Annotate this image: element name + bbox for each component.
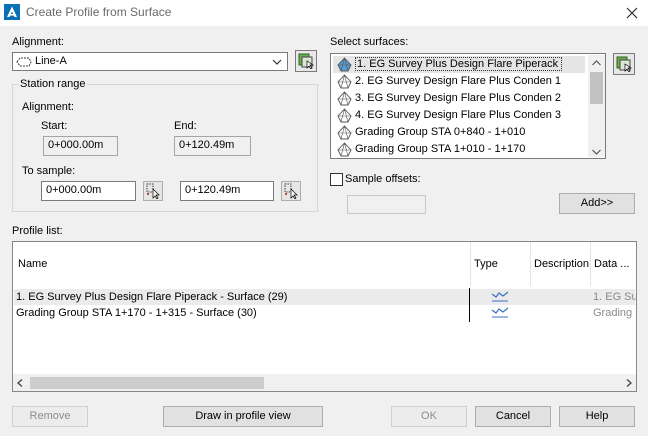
pick-station-icon — [145, 183, 161, 200]
surface-item-label: Grading Group STA 0+840 - 1+010 — [355, 126, 526, 138]
help-button[interactable]: Help — [559, 406, 635, 427]
surfaces-scrollbar[interactable] — [588, 55, 605, 157]
scrollbar-thumb[interactable] — [590, 72, 603, 104]
profile-description-cell[interactable] — [533, 289, 589, 305]
horizontal-scrollbar-thumb[interactable] — [30, 377, 264, 389]
profile-list-table[interactable]: Name Type Description Data ... 1. EG Sur… — [12, 241, 637, 392]
surface-list-item[interactable]: 3. EG Survey Design Flare Plus Conden 2 — [333, 90, 585, 107]
surface-icon — [337, 91, 352, 106]
draw-in-profile-view-button[interactable]: Draw in profile view — [163, 406, 323, 427]
start-station-field: 0+000.00m — [43, 136, 118, 156]
profile-description-cell[interactable] — [533, 305, 589, 321]
surface-list-item[interactable]: 2. EG Survey Design Flare Plus Conden 1 — [333, 73, 585, 90]
station-alignment-label: Alignment: — [22, 101, 74, 113]
scroll-right-icon[interactable] — [625, 378, 633, 388]
column-header-name[interactable]: Name — [15, 242, 465, 286]
column-header-type[interactable]: Type — [471, 242, 529, 286]
profile-list-label: Profile list: — [12, 225, 63, 237]
profile-data-cell[interactable]: Grading . — [593, 305, 636, 321]
station-range-label: Station range — [18, 78, 88, 91]
alignment-line-icon — [16, 57, 32, 67]
surface-icon — [337, 74, 352, 89]
profile-line-icon — [491, 305, 509, 321]
surface-item-label: Grading Group STA 1+010 - 1+170 — [355, 143, 526, 155]
profile-name-cell[interactable]: 1. EG Survey Plus Design Flare Piperack … — [16, 289, 466, 305]
start-label: Start: — [41, 120, 68, 132]
column-divider — [469, 288, 470, 322]
column-header-data[interactable]: Data ... — [591, 242, 636, 286]
select-surface-button[interactable] — [613, 53, 635, 75]
column-header-description[interactable]: Description — [531, 242, 589, 286]
sample-offsets-input — [347, 195, 426, 214]
end-station-field: 0+120.49m — [174, 136, 251, 156]
select-from-drawing-icon — [298, 53, 315, 70]
sample-offsets-label: Sample offsets: — [345, 173, 421, 185]
civil3d-app-icon — [4, 4, 20, 20]
sample-start-input[interactable]: 0+000.00m — [41, 181, 136, 201]
surface-list-item[interactable]: Grading Group STA 1+010 - 1+170 — [333, 141, 585, 158]
sample-offsets-checkbox[interactable] — [330, 173, 343, 186]
surface-icon — [337, 108, 352, 123]
table-header: Name Type Description Data ... — [13, 242, 636, 286]
surface-icon — [337, 125, 352, 140]
surface-item-label: 3. EG Survey Design Flare Plus Conden 2 — [355, 92, 562, 104]
pick-station-icon — [283, 183, 299, 200]
table-row[interactable]: 1. EG Survey Plus Design Flare Piperack … — [14, 289, 636, 305]
alignment-combo[interactable]: Line-A — [12, 52, 288, 71]
table-row[interactable]: Grading Group STA 1+170 - 1+315 - Surfac… — [14, 305, 636, 321]
select-surfaces-label: Select surfaces: — [330, 36, 409, 48]
pick-sample-end-button[interactable] — [281, 181, 301, 201]
ok-button[interactable]: OK — [391, 406, 467, 427]
surface-item-label: 4. EG Survey Design Flare Plus Conden 3 — [355, 109, 562, 121]
surface-icon — [337, 57, 352, 72]
chevron-down-icon[interactable] — [271, 57, 283, 67]
end-label: End: — [174, 120, 197, 132]
to-sample-label: To sample: — [22, 165, 76, 177]
scroll-down-icon[interactable] — [591, 147, 602, 155]
cancel-button[interactable]: Cancel — [475, 406, 551, 427]
sample-end-input[interactable]: 0+120.49m — [180, 181, 274, 201]
alignment-value: Line-A — [35, 55, 67, 67]
scroll-left-icon[interactable] — [16, 378, 24, 388]
surface-list-item[interactable]: 1. EG Survey Plus Design Flare Piperack — [333, 56, 585, 73]
alignment-label: Alignment: — [12, 36, 64, 48]
close-icon[interactable] — [624, 5, 640, 21]
profile-data-cell[interactable]: 1. EG Sur — [593, 289, 636, 305]
surface-item-label: 2. EG Survey Design Flare Plus Conden 1 — [355, 75, 562, 87]
add-button[interactable]: Add>> — [559, 193, 635, 214]
surface-list-item[interactable]: Grading Group STA 0+840 - 1+010 — [333, 124, 585, 141]
pick-sample-start-button[interactable] — [143, 181, 163, 201]
select-alignment-button[interactable] — [295, 50, 317, 72]
surfaces-listbox[interactable]: 1. EG Survey Plus Design Flare Piperack 2… — [330, 53, 606, 159]
surface-list-item[interactable]: 4. EG Survey Design Flare Plus Conden 3 — [333, 107, 585, 124]
select-from-drawing-icon — [616, 56, 633, 73]
window-title: Create Profile from Surface — [26, 5, 172, 19]
title-bar: Create Profile from Surface — [0, 0, 648, 26]
remove-button[interactable]: Remove — [12, 406, 88, 427]
surface-icon — [337, 142, 352, 157]
surface-item-label: 1. EG Survey Plus Design Flare Piperack — [355, 57, 563, 71]
profile-line-icon — [491, 289, 509, 305]
profile-name-cell[interactable]: Grading Group STA 1+170 - 1+315 - Surfac… — [16, 305, 466, 321]
horizontal-scrollbar[interactable] — [13, 374, 636, 391]
scroll-up-icon[interactable] — [591, 58, 602, 66]
